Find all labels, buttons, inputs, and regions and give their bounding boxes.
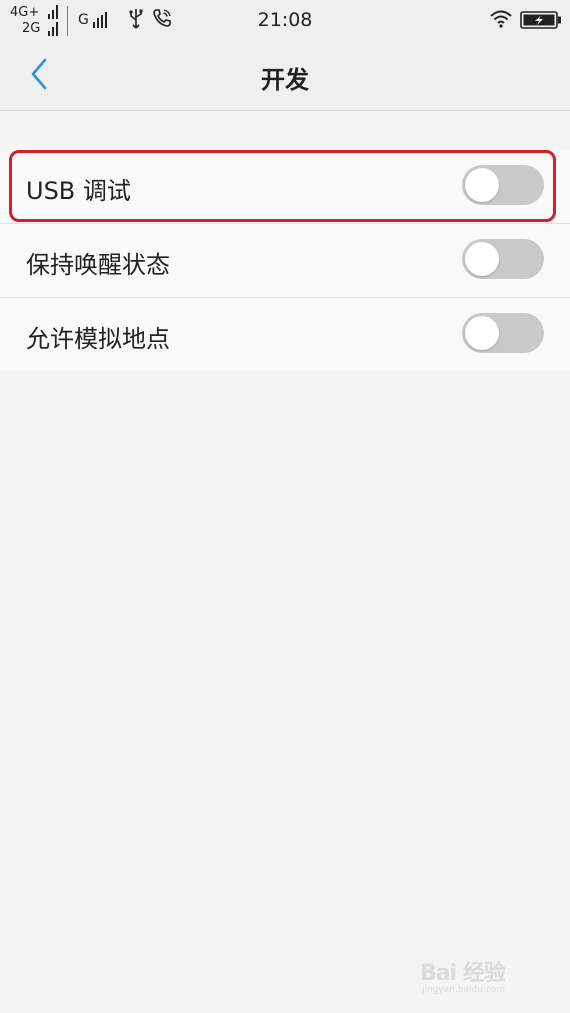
- battery-charging-icon: [520, 11, 561, 29]
- watermark-url: jingyan.baidu.com: [422, 985, 506, 995]
- status-time: 21:08: [257, 9, 313, 31]
- page-title: 开发: [261, 66, 309, 94]
- setting-label: 允许模拟地点: [26, 325, 170, 353]
- wifi-icon: [490, 10, 512, 28]
- setting-row-usb-debugging[interactable]: USB 调试: [0, 150, 570, 224]
- toggle-knob: [465, 316, 499, 350]
- baidu-watermark: Bai 经验 jingyan.baidu.com: [420, 953, 540, 1001]
- navigation-bar: 开发: [0, 40, 570, 111]
- mock-location-toggle[interactable]: [462, 313, 544, 353]
- toggle-knob: [465, 168, 499, 202]
- setting-row-mock-location[interactable]: 允许模拟地点: [0, 298, 570, 371]
- status-bar: 4G+ 2G G 21:08: [0, 0, 570, 40]
- setting-label: 保持唤醒状态: [26, 251, 170, 279]
- setting-label: USB 调试: [26, 177, 131, 205]
- watermark-text: Bai 经验: [420, 961, 506, 986]
- screen: 4G+ 2G G 21:08 开发 USB 调试 保持唤醒状态 允许模拟地点 B…: [0, 0, 570, 1013]
- setting-row-stay-awake[interactable]: 保持唤醒状态: [0, 224, 570, 298]
- settings-list: USB 调试 保持唤醒状态 允许模拟地点: [0, 150, 570, 371]
- stay-awake-toggle[interactable]: [462, 239, 544, 279]
- usb-debugging-toggle[interactable]: [462, 165, 544, 205]
- toggle-knob: [465, 242, 499, 276]
